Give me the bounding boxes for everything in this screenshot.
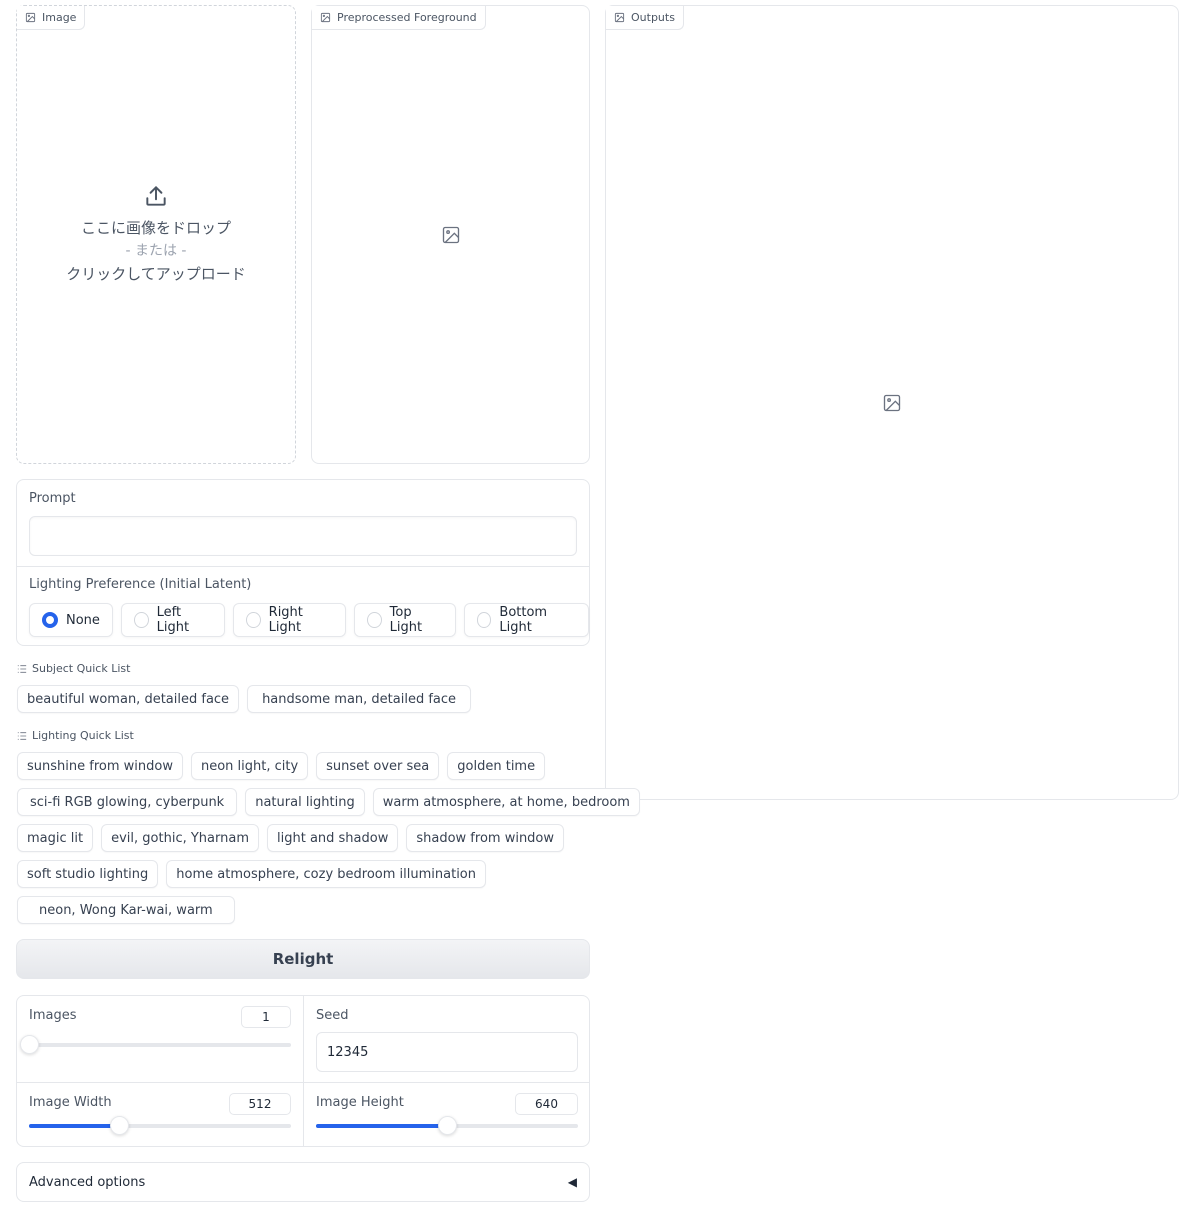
radio-label: Right Light	[268, 605, 303, 635]
slider-fill	[316, 1124, 447, 1128]
list-icon	[17, 664, 27, 673]
image-placeholder-icon	[883, 394, 901, 412]
relight-button[interactable]: Relight	[16, 939, 590, 979]
lighting-chip[interactable]: neon, Wong Kar-wai, warm	[17, 896, 235, 924]
lighting-chip[interactable]: neon light, city	[190, 752, 309, 780]
image-width-slider[interactable]	[29, 1116, 291, 1135]
image-icon	[614, 12, 625, 23]
image-upload-panel[interactable]: Image ここに画像をドロップ - または - クリックしてアップロード	[16, 5, 296, 464]
seed-label: Seed	[316, 1008, 349, 1023]
images-slider[interactable]	[20, 1035, 291, 1054]
lighting-chip[interactable]: evil, gothic, Yharnam	[101, 824, 259, 852]
lighting-chip-row: soft studio lighting home atmosphere, co…	[17, 860, 487, 888]
prompt-label: Prompt	[29, 491, 76, 506]
lighting-preference-label: Lighting Preference (Initial Latent)	[29, 577, 252, 592]
advanced-options-label: Advanced options	[29, 1174, 146, 1190]
list-icon	[17, 731, 27, 740]
lighting-chip-row: sci-fi RGB glowing, cyberpunk natural li…	[17, 788, 640, 816]
upload-icon	[146, 186, 166, 206]
image-width-label: Image Width	[29, 1095, 112, 1110]
radio-option-bottom-light[interactable]: Bottom Light	[463, 603, 590, 637]
lighting-preference-radio-group: None Left Light Right Light Top Light Bo…	[29, 603, 590, 637]
or-text: - または -	[125, 243, 187, 259]
slider-fill	[29, 1124, 120, 1128]
lighting-chip[interactable]: warm atmosphere, at home, bedroom	[372, 788, 640, 816]
images-slider-cell: Images 1	[17, 996, 303, 1082]
advanced-options-accordion[interactable]: Advanced options ◀	[16, 1162, 590, 1202]
radio-label: Top Light	[389, 605, 423, 635]
preprocessed-foreground-panel: Preprocessed Foreground	[311, 5, 590, 464]
lighting-chip-row: sunshine from window neon light, city su…	[17, 752, 546, 780]
subject-quick-list-header: Subject Quick List	[17, 662, 130, 675]
subject-chip[interactable]: handsome man, detailed face	[247, 685, 472, 713]
lighting-chip[interactable]: golden time	[447, 752, 546, 780]
lighting-chip[interactable]: magic lit	[17, 824, 94, 852]
lighting-chip[interactable]: natural lighting	[245, 788, 365, 816]
radio-option-none[interactable]: None	[29, 603, 113, 637]
radio-label: Left Light	[156, 605, 190, 635]
drop-text: ここに画像をドロップ	[80, 219, 231, 237]
radio-unchecked-icon[interactable]	[133, 612, 149, 628]
radio-checked-icon[interactable]	[42, 612, 58, 628]
lighting-quick-list-header: Lighting Quick List	[17, 729, 134, 742]
lighting-chip-row: magic lit evil, gothic, Yharnam light an…	[17, 824, 565, 852]
prompt-lighting-block: Prompt Lighting Preference (Initial Late…	[16, 479, 590, 646]
subject-quick-list-label: Subject Quick List	[32, 662, 131, 675]
lighting-chip[interactable]: light and shadow	[267, 824, 399, 852]
images-number-input[interactable]: 1	[241, 1006, 291, 1028]
image-placeholder-icon	[442, 226, 460, 244]
lighting-chip-row: neon, Wong Kar-wai, warm	[17, 896, 235, 924]
image-height-slider-cell: Image Height 640	[304, 1083, 591, 1148]
seed-input[interactable]: 12345	[316, 1032, 578, 1072]
radio-label: None	[66, 612, 100, 628]
lighting-chip[interactable]: sunshine from window	[17, 752, 183, 780]
radio-unchecked-icon[interactable]	[476, 612, 492, 628]
image-width-slider-cell: Image Width 512	[17, 1083, 303, 1148]
radio-option-right-light[interactable]: Right Light	[232, 603, 346, 637]
outputs-label: Outputs	[631, 11, 675, 24]
settings-grid: Images 1 Seed 12345 Image Width 512 Imag…	[16, 995, 590, 1147]
images-label: Images	[29, 1008, 77, 1023]
lighting-quick-list-label: Lighting Quick List	[32, 729, 134, 742]
subject-chip[interactable]: beautiful woman, detailed face	[17, 685, 240, 713]
lighting-chip[interactable]: sunset over sea	[316, 752, 440, 780]
image-icon	[320, 12, 331, 23]
lighting-chip[interactable]: sci-fi RGB glowing, cyberpunk	[17, 788, 238, 816]
lighting-chip[interactable]: soft studio lighting	[17, 860, 159, 888]
foreground-label: Preprocessed Foreground	[337, 11, 477, 24]
outputs-panel: Outputs	[605, 5, 1179, 800]
radio-option-top-light[interactable]: Top Light	[353, 603, 456, 637]
radio-unchecked-icon[interactable]	[366, 612, 382, 628]
foreground-label-tab: Preprocessed Foreground	[312, 6, 486, 30]
image-height-slider[interactable]	[316, 1116, 578, 1135]
collapse-arrow-icon[interactable]: ◀	[568, 1175, 577, 1189]
radio-label: Bottom Light	[499, 605, 548, 635]
seed-cell: Seed 12345	[304, 996, 591, 1082]
upload-dropzone[interactable]: ここに画像をドロップ - または - クリックしてアップロード	[17, 6, 295, 463]
image-width-number-input[interactable]: 512	[229, 1093, 291, 1115]
radio-option-left-light[interactable]: Left Light	[120, 603, 225, 637]
radio-unchecked-icon[interactable]	[245, 612, 261, 628]
image-height-number-input[interactable]: 640	[515, 1093, 578, 1115]
slider-thumb[interactable]	[110, 1116, 130, 1135]
slider-thumb[interactable]	[20, 1035, 39, 1054]
subject-chip-row: beautiful woman, detailed face handsome …	[17, 685, 472, 713]
lighting-chip[interactable]: home atmosphere, cozy bedroom illuminati…	[166, 860, 487, 888]
prompt-input[interactable]	[29, 516, 577, 556]
lighting-chip[interactable]: shadow from window	[406, 824, 565, 852]
click-upload-text: クリックしてアップロード	[66, 265, 246, 283]
divider	[17, 566, 589, 567]
slider-thumb[interactable]	[438, 1116, 457, 1135]
image-height-label: Image Height	[316, 1095, 404, 1110]
outputs-label-tab: Outputs	[606, 6, 684, 30]
